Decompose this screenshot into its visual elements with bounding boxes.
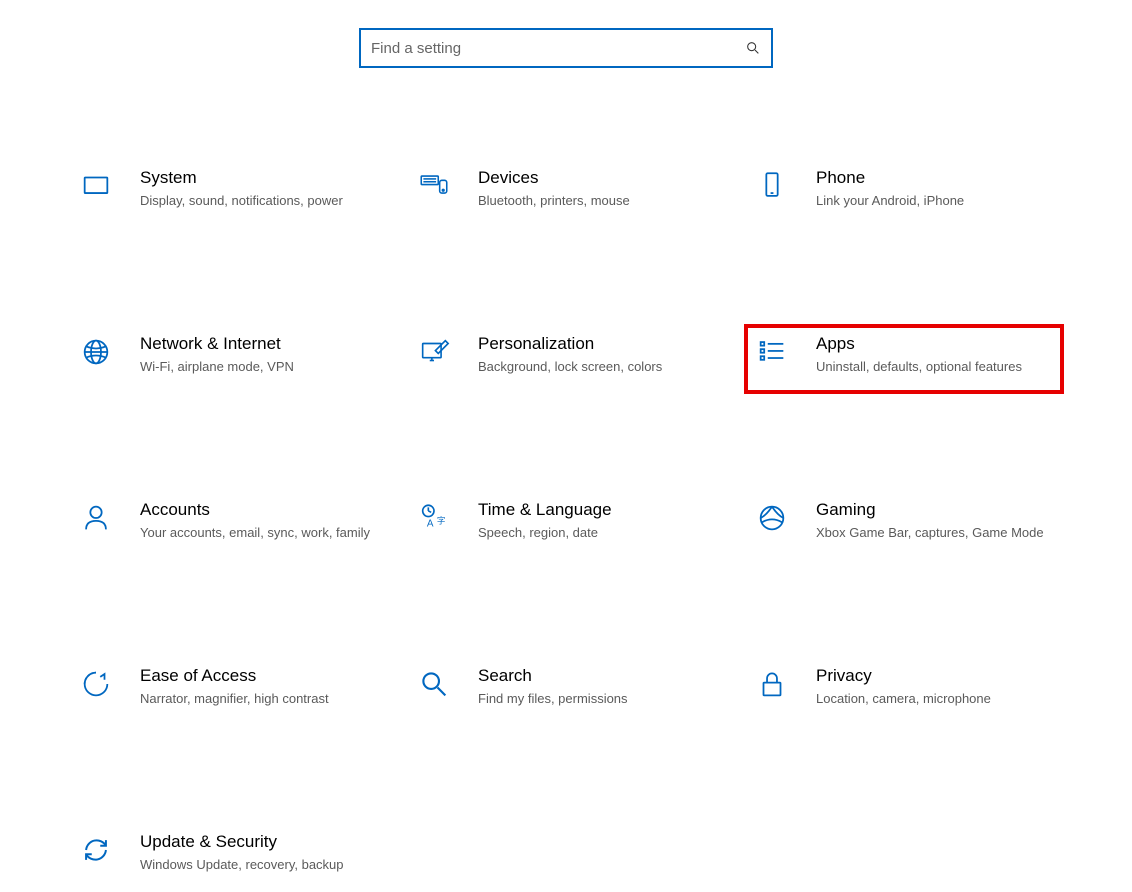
lock-icon [754,666,790,702]
tile-title: Ease of Access [140,666,378,686]
time-language-icon: A 字 [416,500,452,536]
accounts-icon [78,500,114,536]
tile-desc: Narrator, magnifier, high contrast [140,690,378,708]
tile-ease-of-access[interactable]: Ease of Access Narrator, magnifier, high… [68,656,388,726]
tile-time-language[interactable]: A 字 Time & Language Speech, region, date [406,490,726,560]
personalization-icon [416,334,452,370]
tile-title: Apps [816,334,1054,354]
tile-title: Devices [478,168,716,188]
tile-title: Personalization [478,334,716,354]
tile-title: Gaming [816,500,1054,520]
search-box[interactable] [359,28,773,68]
tile-desc: Background, lock screen, colors [478,358,716,376]
tile-network[interactable]: Network & Internet Wi-Fi, airplane mode,… [68,324,388,394]
globe-icon [78,334,114,370]
tile-desc: Location, camera, microphone [816,690,1054,708]
phone-icon [754,168,790,204]
tile-title: Time & Language [478,500,716,520]
system-icon [78,168,114,204]
tile-title: Accounts [140,500,378,520]
tile-system[interactable]: System Display, sound, notifications, po… [68,158,388,228]
devices-icon [416,168,452,204]
tile-devices[interactable]: Devices Bluetooth, printers, mouse [406,158,726,228]
tile-privacy[interactable]: Privacy Location, camera, microphone [744,656,1064,726]
search-input[interactable] [371,40,737,57]
svg-text:A: A [427,519,434,530]
tile-accounts[interactable]: Accounts Your accounts, email, sync, wor… [68,490,388,560]
gaming-icon [754,500,790,536]
tile-desc: Your accounts, email, sync, work, family [140,524,378,542]
svg-text:字: 字 [437,516,446,526]
update-icon [78,832,114,868]
search-icon [745,40,761,56]
tile-personalization[interactable]: Personalization Background, lock screen,… [406,324,726,394]
tile-desc: Display, sound, notifications, power [140,192,378,210]
tile-title: System [140,168,378,188]
ease-of-access-icon [78,666,114,702]
tile-gaming[interactable]: Gaming Xbox Game Bar, captures, Game Mod… [744,490,1064,560]
tile-desc: Xbox Game Bar, captures, Game Mode [816,524,1054,542]
tile-desc: Link your Android, iPhone [816,192,1054,210]
tile-desc: Find my files, permissions [478,690,716,708]
tile-desc: Speech, region, date [478,524,716,542]
apps-icon [754,334,790,370]
tile-title: Privacy [816,666,1054,686]
tile-title: Phone [816,168,1054,188]
tile-desc: Windows Update, recovery, backup [140,856,378,874]
tile-title: Update & Security [140,832,378,852]
tile-phone[interactable]: Phone Link your Android, iPhone [744,158,1064,228]
tile-search[interactable]: Search Find my files, permissions [406,656,726,726]
tile-title: Search [478,666,716,686]
tile-desc: Wi-Fi, airplane mode, VPN [140,358,378,376]
tile-apps[interactable]: Apps Uninstall, defaults, optional featu… [744,324,1064,394]
search-tile-icon [416,666,452,702]
tile-update-security[interactable]: Update & Security Windows Update, recove… [68,822,388,892]
tile-desc: Uninstall, defaults, optional features [816,358,1054,376]
tile-desc: Bluetooth, printers, mouse [478,192,716,210]
settings-grid: System Display, sound, notifications, po… [0,158,1132,892]
tile-title: Network & Internet [140,334,378,354]
